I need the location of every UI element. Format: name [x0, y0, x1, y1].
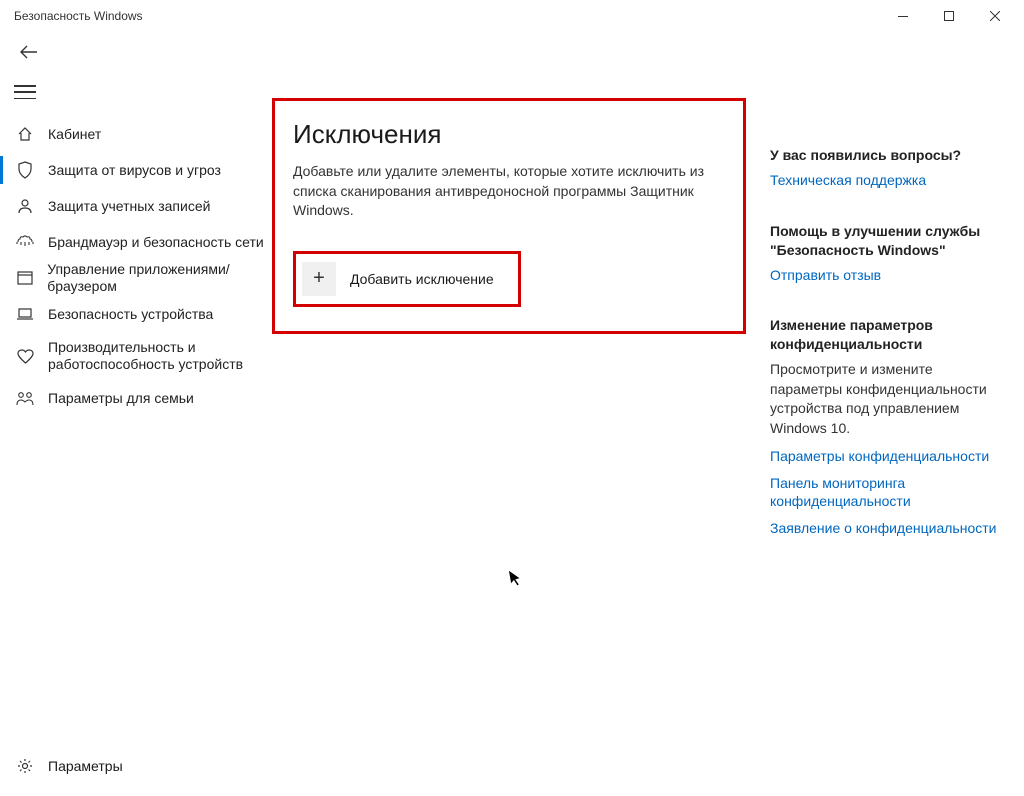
hamburger-icon[interactable] [14, 85, 36, 99]
family-icon [14, 391, 36, 406]
sidebar-item-label: Производительность и работоспособность у… [48, 339, 248, 373]
sidebar-item-settings[interactable]: Параметры [0, 746, 290, 786]
help-title: У вас появились вопросы? [770, 146, 1000, 165]
top-nav [0, 32, 1024, 72]
sidebar-item-home[interactable]: Кабинет [0, 116, 290, 152]
sidebar-item-virus[interactable]: Защита от вирусов и угроз [0, 152, 290, 188]
main-column: Исключения Добавьте или удалите элементы… [290, 116, 746, 762]
sidebar: Кабинет Защита от вирусов и угроз Защита… [0, 116, 290, 762]
page-title: Исключения [293, 119, 723, 150]
minimize-button[interactable] [880, 0, 926, 32]
shield-icon [14, 161, 36, 179]
highlighted-section: Исключения Добавьте или удалите элементы… [272, 98, 746, 334]
sidebar-item-appcontrol[interactable]: Управление приложениями/браузером [0, 260, 290, 296]
sidebar-item-family[interactable]: Параметры для семьи [0, 380, 290, 416]
account-icon [14, 198, 36, 214]
sidebar-item-account[interactable]: Защита учетных записей [0, 188, 290, 224]
sidebar-item-firewall[interactable]: Брандмауэр и безопасность сети [0, 224, 290, 260]
privacy-settings-link[interactable]: Параметры конфиденциальности [770, 447, 1000, 466]
support-link[interactable]: Техническая поддержка [770, 171, 1000, 190]
help-section: У вас появились вопросы? Техническая под… [770, 146, 1000, 190]
sidebar-item-label: Безопасность устройства [48, 306, 213, 323]
sidebar-item-label: Защита от вирусов и угроз [48, 162, 221, 179]
add-exclusion-label: Добавить исключение [350, 271, 494, 287]
privacy-title: Изменение параметров конфиденциальности [770, 316, 1000, 354]
privacy-section: Изменение параметров конфиденциальности … [770, 316, 1000, 538]
sidebar-item-performance[interactable]: Производительность и работоспособность у… [0, 332, 290, 380]
feedback-link[interactable]: Отправить отзыв [770, 266, 1000, 285]
home-icon [14, 126, 36, 142]
feedback-section: Помощь в улучшении службы "Безопасность … [770, 222, 1000, 285]
health-icon [14, 349, 36, 364]
sidebar-item-label: Управление приложениями/браузером [47, 261, 290, 295]
add-exclusion-button[interactable]: + Добавить исключение [293, 251, 521, 307]
sidebar-item-label: Брандмауэр и безопасность сети [48, 234, 264, 251]
sidebar-item-devicesecurity[interactable]: Безопасность устройства [0, 296, 290, 332]
back-button[interactable] [14, 37, 44, 67]
device-icon [14, 307, 36, 321]
window-controls [880, 0, 1018, 32]
page-description: Добавьте или удалите элементы, которые х… [293, 162, 723, 221]
close-button[interactable] [972, 0, 1018, 32]
content: Исключения Добавьте или удалите элементы… [290, 116, 1024, 762]
firewall-icon [14, 235, 36, 249]
window-title: Безопасность Windows [14, 9, 880, 23]
privacy-statement-link[interactable]: Заявление о конфиденциальности [770, 519, 1000, 538]
sidebar-item-label: Защита учетных записей [48, 198, 210, 215]
right-column: У вас появились вопросы? Техническая под… [770, 116, 1000, 762]
appcontrol-icon [14, 271, 35, 285]
title-bar: Безопасность Windows [0, 0, 1024, 32]
feedback-title: Помощь в улучшении службы "Безопасность … [770, 222, 1000, 260]
privacy-dashboard-link[interactable]: Панель мониторинга конфиденциальности [770, 474, 1000, 512]
gear-icon [14, 758, 36, 774]
plus-icon: + [302, 262, 336, 296]
maximize-button[interactable] [926, 0, 972, 32]
privacy-description: Просмотрите и измените параметры конфиде… [770, 360, 1000, 438]
settings-label: Параметры [48, 758, 123, 774]
sidebar-item-label: Кабинет [48, 126, 101, 143]
sidebar-item-label: Параметры для семьи [48, 390, 194, 407]
